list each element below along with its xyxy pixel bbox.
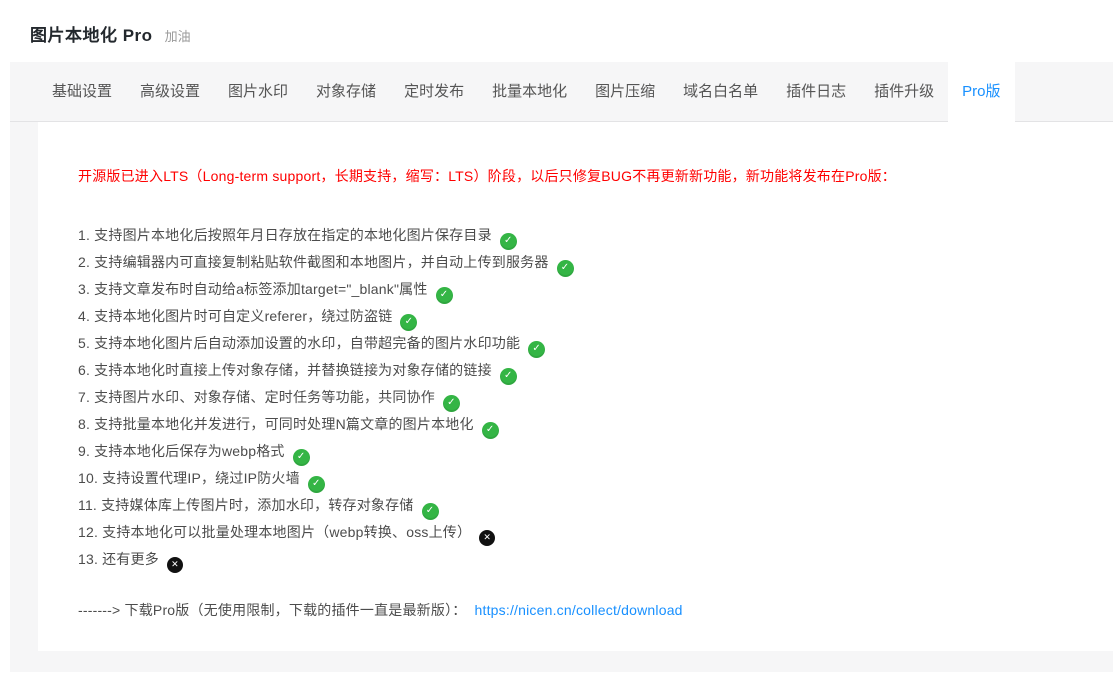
check-icon: ✓: [443, 395, 460, 412]
tab-8[interactable]: 域名白名单: [669, 62, 772, 122]
feature-item: 12. 支持本地化可以批量处理本地图片（webp转换、oss上传） ✕: [78, 519, 1093, 546]
feature-item: 6. 支持本地化时直接上传对象存储，并替换链接为对象存储的链接 ✓: [78, 357, 1093, 384]
feature-text: 1. 支持图片本地化后按照年月日存放在指定的本地化图片保存目录: [78, 227, 492, 243]
check-icon: ✓: [308, 476, 325, 493]
download-link[interactable]: https://nicen.cn/collect/download: [475, 602, 683, 618]
feature-item: 10. 支持设置代理IP，绕过IP防火墙 ✓: [78, 465, 1093, 492]
feature-text: 13. 还有更多: [78, 551, 159, 567]
feature-item: 2. 支持编辑器内可直接复制粘贴软件截图和本地图片，并自动上传到服务器 ✓: [78, 249, 1093, 276]
check-icon: ✓: [528, 341, 545, 358]
pro-tab-content: 开源版已进入LTS（Long-term support，长期支持，缩写：LTS）…: [38, 122, 1113, 651]
cross-icon: ✕: [479, 530, 495, 546]
page: 图片本地化 Pro 加油 基础设置高级设置图片水印对象存储定时发布批量本地化图片压…: [0, 0, 1113, 672]
cross-icon: ✕: [167, 557, 183, 573]
tab-9[interactable]: 插件日志: [772, 62, 860, 122]
feature-text: 3. 支持文章发布时自动给a标签添加target="_blank"属性: [78, 281, 428, 297]
check-icon: ✓: [436, 287, 453, 304]
tab-bar: 基础设置高级设置图片水印对象存储定时发布批量本地化图片压缩域名白名单插件日志插件…: [10, 62, 1113, 122]
plugin-header: 图片本地化 Pro 加油: [0, 0, 1113, 62]
tab-11[interactable]: Pro版: [948, 62, 1014, 126]
feature-item: 3. 支持文章发布时自动给a标签添加target="_blank"属性 ✓: [78, 276, 1093, 303]
feature-text: 6. 支持本地化时直接上传对象存储，并替换链接为对象存储的链接: [78, 362, 492, 378]
feature-text: 8. 支持批量本地化并发进行，可同时处理N篇文章的图片本地化: [78, 416, 474, 432]
lts-notice: 开源版已进入LTS（Long-term support，长期支持，缩写：LTS）…: [78, 166, 1093, 186]
feature-text: 10. 支持设置代理IP，绕过IP防火墙: [78, 470, 300, 486]
feature-item: 11. 支持媒体库上传图片时，添加水印，转存对象存储 ✓: [78, 492, 1093, 519]
feature-text: 5. 支持本地化图片后自动添加设置的水印，自带超完备的图片水印功能: [78, 335, 520, 351]
check-icon: ✓: [400, 314, 417, 331]
download-label: -------> 下载Pro版（无使用限制，下载的插件一直是最新版）：: [78, 602, 467, 618]
tab-7[interactable]: 图片压缩: [581, 62, 669, 122]
check-icon: ✓: [293, 449, 310, 466]
tab-6[interactable]: 批量本地化: [478, 62, 581, 122]
download-line: -------> 下载Pro版（无使用限制，下载的插件一直是最新版）： https…: [78, 600, 1093, 620]
feature-list: 1. 支持图片本地化后按照年月日存放在指定的本地化图片保存目录✓2. 支持编辑器…: [78, 222, 1093, 573]
feature-item: 5. 支持本地化图片后自动添加设置的水印，自带超完备的图片水印功能 ✓: [78, 330, 1093, 357]
check-icon: ✓: [482, 422, 499, 439]
check-icon: ✓: [500, 233, 517, 250]
check-icon: ✓: [422, 503, 439, 520]
feature-item: 4. 支持本地化图片时可自定义referer，绕过防盗链 ✓: [78, 303, 1093, 330]
feature-item: 13. 还有更多 ✕: [78, 546, 1093, 573]
feature-text: 11. 支持媒体库上传图片时，添加水印，转存对象存储: [78, 497, 414, 513]
feature-text: 4. 支持本地化图片时可自定义referer，绕过防盗链: [78, 308, 392, 324]
feature-text: 12. 支持本地化可以批量处理本地图片（webp转换、oss上传）: [78, 524, 471, 540]
feature-text: 9. 支持本地化后保存为webp格式: [78, 443, 285, 459]
feature-text: 7. 支持图片水印、对象存储、定时任务等功能，共同协作: [78, 389, 435, 405]
feature-item: 1. 支持图片本地化后按照年月日存放在指定的本地化图片保存目录 ✓: [78, 222, 1093, 249]
tab-1[interactable]: 基础设置: [38, 62, 126, 122]
feature-item: 7. 支持图片水印、对象存储、定时任务等功能，共同协作 ✓: [78, 384, 1093, 411]
tab-3[interactable]: 图片水印: [214, 62, 302, 122]
feature-item: 8. 支持批量本地化并发进行，可同时处理N篇文章的图片本地化 ✓: [78, 411, 1093, 438]
page-subtitle: 加油: [165, 29, 191, 44]
feature-item: 9. 支持本地化后保存为webp格式 ✓: [78, 438, 1093, 465]
tab-5[interactable]: 定时发布: [390, 62, 478, 122]
page-title: 图片本地化 Pro: [30, 26, 153, 45]
check-icon: ✓: [500, 368, 517, 385]
tab-10[interactable]: 插件升级: [860, 62, 948, 122]
feature-text: 2. 支持编辑器内可直接复制粘贴软件截图和本地图片，并自动上传到服务器: [78, 254, 549, 270]
settings-panel: 基础设置高级设置图片水印对象存储定时发布批量本地化图片压缩域名白名单插件日志插件…: [10, 62, 1113, 672]
tab-4[interactable]: 对象存储: [302, 62, 390, 122]
check-icon: ✓: [557, 260, 574, 277]
tab-2[interactable]: 高级设置: [126, 62, 214, 122]
